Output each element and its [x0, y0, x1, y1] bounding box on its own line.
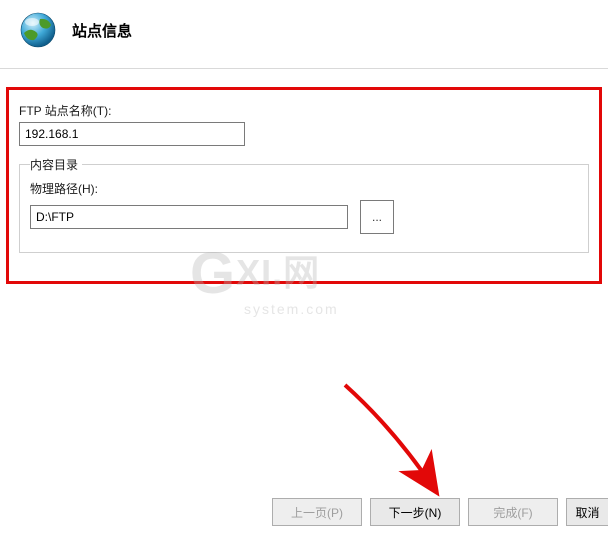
- globe-icon: [18, 10, 58, 50]
- next-button[interactable]: 下一步(N): [370, 498, 460, 526]
- page-title: 站点信息: [72, 20, 132, 41]
- content-dir-group: 内容目录 物理路径(H): ...: [19, 164, 589, 253]
- highlight-box: FTP 站点名称(T): 内容目录 物理路径(H): ...: [6, 87, 602, 284]
- site-name-input[interactable]: [19, 122, 245, 146]
- content-dir-legend: 内容目录: [30, 156, 82, 173]
- cancel-button[interactable]: 取消: [566, 498, 608, 526]
- finish-button: 完成(F): [468, 498, 558, 526]
- site-name-label: FTP 站点名称(T):: [19, 102, 589, 119]
- ellipsis-icon: ...: [372, 210, 382, 224]
- content-area: FTP 站点名称(T): 内容目录 物理路径(H): ...: [0, 69, 608, 294]
- browse-button[interactable]: ...: [360, 200, 394, 234]
- physical-path-label: 物理路径(H):: [30, 180, 578, 197]
- physical-path-input[interactable]: [30, 205, 348, 229]
- wizard-footer: 上一页(P) 下一步(N) 完成(F) 取消: [272, 498, 608, 526]
- prev-button: 上一页(P): [272, 498, 362, 526]
- dialog-header: 站点信息: [0, 0, 608, 69]
